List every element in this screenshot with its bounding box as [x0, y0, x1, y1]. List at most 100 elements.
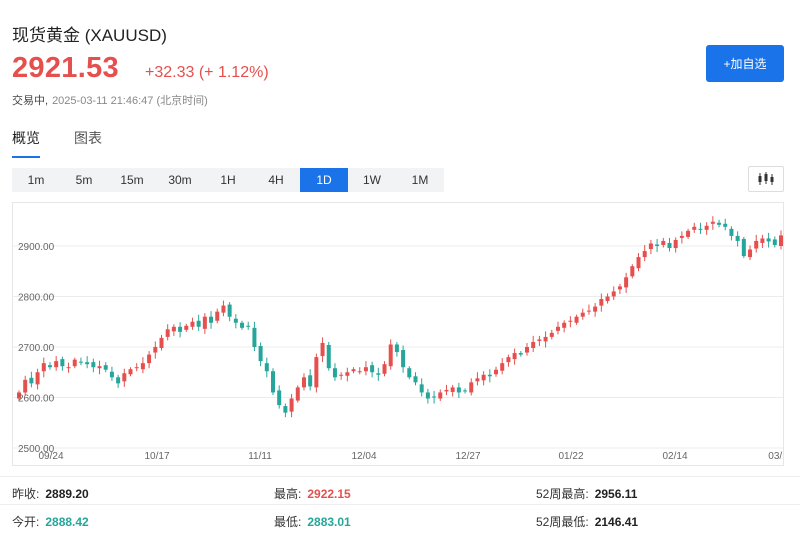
candle-body — [754, 240, 759, 249]
candle-body — [667, 242, 672, 249]
interval-15m[interactable]: 15m — [108, 168, 156, 192]
interval-1m[interactable]: 1m — [12, 168, 60, 192]
candle-body — [277, 390, 282, 406]
x-tick-label: 12/04 — [351, 451, 376, 462]
candle-body — [735, 235, 740, 241]
tab-chart[interactable]: 图表 — [74, 128, 102, 158]
candle-body — [147, 354, 152, 364]
price-chart[interactable]: 2500.00 2600.00 2700.00 2800.00 2900.00 09/24… — [12, 202, 784, 466]
candle-body — [370, 365, 375, 373]
candle-body — [586, 310, 591, 312]
candle-body — [97, 366, 102, 369]
candle-body — [456, 387, 461, 393]
candle-body — [729, 228, 734, 236]
candle-body — [153, 347, 158, 353]
candle-body — [686, 230, 691, 237]
candle-body — [407, 368, 412, 378]
x-tick-label: 12/27 — [455, 451, 480, 462]
candle-body — [351, 369, 356, 372]
candle-body — [710, 221, 715, 224]
candle-body — [673, 239, 678, 249]
candle-body — [432, 396, 437, 398]
candle-body — [85, 362, 90, 365]
candle-body — [295, 387, 300, 401]
candle-body — [494, 369, 499, 375]
chart-type-button[interactable] — [748, 166, 784, 192]
trading-status: 交易中, 2025-03-11 21:46:47 (北京时间) — [12, 92, 208, 108]
tab-bar: 概览 图表 — [12, 128, 136, 158]
candle-body — [704, 225, 709, 230]
candle-body — [178, 326, 183, 332]
interval-1d[interactable]: 1D — [300, 168, 348, 192]
tab-overview[interactable]: 概览 — [12, 128, 40, 158]
y-tick-label: 2900.00 — [18, 242, 55, 253]
candle-body — [425, 392, 430, 399]
candle-body — [463, 390, 468, 392]
interval-5m[interactable]: 5m — [60, 168, 108, 192]
candle-body — [357, 371, 362, 373]
stats-row-1: 昨收: 2889.20 最高: 2922.15 52周最高: 2956.11 — [0, 476, 800, 504]
candle-body — [54, 361, 59, 368]
candle-body — [481, 374, 486, 381]
candlestick-chart: 2500.002600.002700.002800.002900.0009/24… — [13, 216, 783, 462]
candle-body — [209, 316, 214, 323]
candle-body — [159, 337, 164, 349]
candle-body — [512, 353, 517, 360]
candle-body — [339, 374, 344, 376]
candle-body — [308, 375, 313, 387]
candle-body — [345, 372, 350, 376]
candle-body — [531, 341, 536, 349]
candle-body — [574, 316, 579, 323]
timestamp: 2025-03-11 21:46:47 (北京时间) — [52, 95, 208, 107]
candle-body — [475, 378, 480, 382]
candle-body — [246, 325, 251, 327]
interval-1h[interactable]: 1H — [204, 168, 252, 192]
candle-body — [779, 235, 783, 246]
candle-body — [134, 367, 139, 369]
candle-body — [506, 357, 511, 363]
x-tick-label: 02/14 — [662, 451, 687, 462]
candle-body — [655, 244, 660, 246]
candle-body — [376, 373, 381, 375]
candle-body — [23, 379, 28, 393]
interval-30m[interactable]: 30m — [156, 168, 204, 192]
candle-body — [72, 359, 77, 367]
add-watchlist-button[interactable]: +加自选 — [706, 45, 784, 82]
candle-body — [555, 326, 560, 331]
candle-body — [698, 228, 703, 230]
interval-1mo[interactable]: 1M — [396, 168, 444, 192]
stats-row-2: 今开: 2888.42 最低: 2883.01 52周最低: 2146.41 — [0, 504, 800, 532]
candle-body — [314, 357, 319, 388]
candle-body — [717, 222, 722, 225]
open: 今开: 2888.42 — [12, 515, 89, 529]
candle-body — [196, 320, 201, 327]
candle-body — [289, 398, 294, 412]
candle-body — [363, 367, 368, 372]
candle-body — [450, 387, 455, 392]
candlestick-icon — [758, 172, 774, 185]
candle-body — [525, 347, 529, 353]
y-tick-label: 2700.00 — [18, 343, 55, 354]
x-tick-label: 10/17 — [144, 451, 169, 462]
x-tick-label: 01/22 — [558, 451, 583, 462]
current-price: 2921.53 — [12, 52, 119, 84]
candle-body — [394, 344, 399, 353]
candle-body — [537, 339, 542, 341]
candle-body — [562, 322, 567, 328]
candle-body — [611, 291, 616, 297]
candle-body — [109, 371, 114, 378]
candle-body — [382, 364, 387, 374]
candle-body — [264, 363, 269, 372]
interval-4h[interactable]: 4H — [252, 168, 300, 192]
candle-body — [772, 239, 777, 245]
y-tick-label: 2600.00 — [18, 394, 55, 405]
candle-body — [605, 296, 610, 302]
interval-1w[interactable]: 1W — [348, 168, 396, 192]
candle-body — [283, 406, 288, 413]
week52-high: 52周最高: 2956.11 — [536, 487, 638, 501]
candle-body — [332, 368, 337, 378]
status-label: 交易中, — [12, 95, 49, 107]
x-tick-label: 09/24 — [38, 451, 63, 462]
candle-body — [91, 362, 96, 368]
candle-body — [240, 322, 245, 328]
